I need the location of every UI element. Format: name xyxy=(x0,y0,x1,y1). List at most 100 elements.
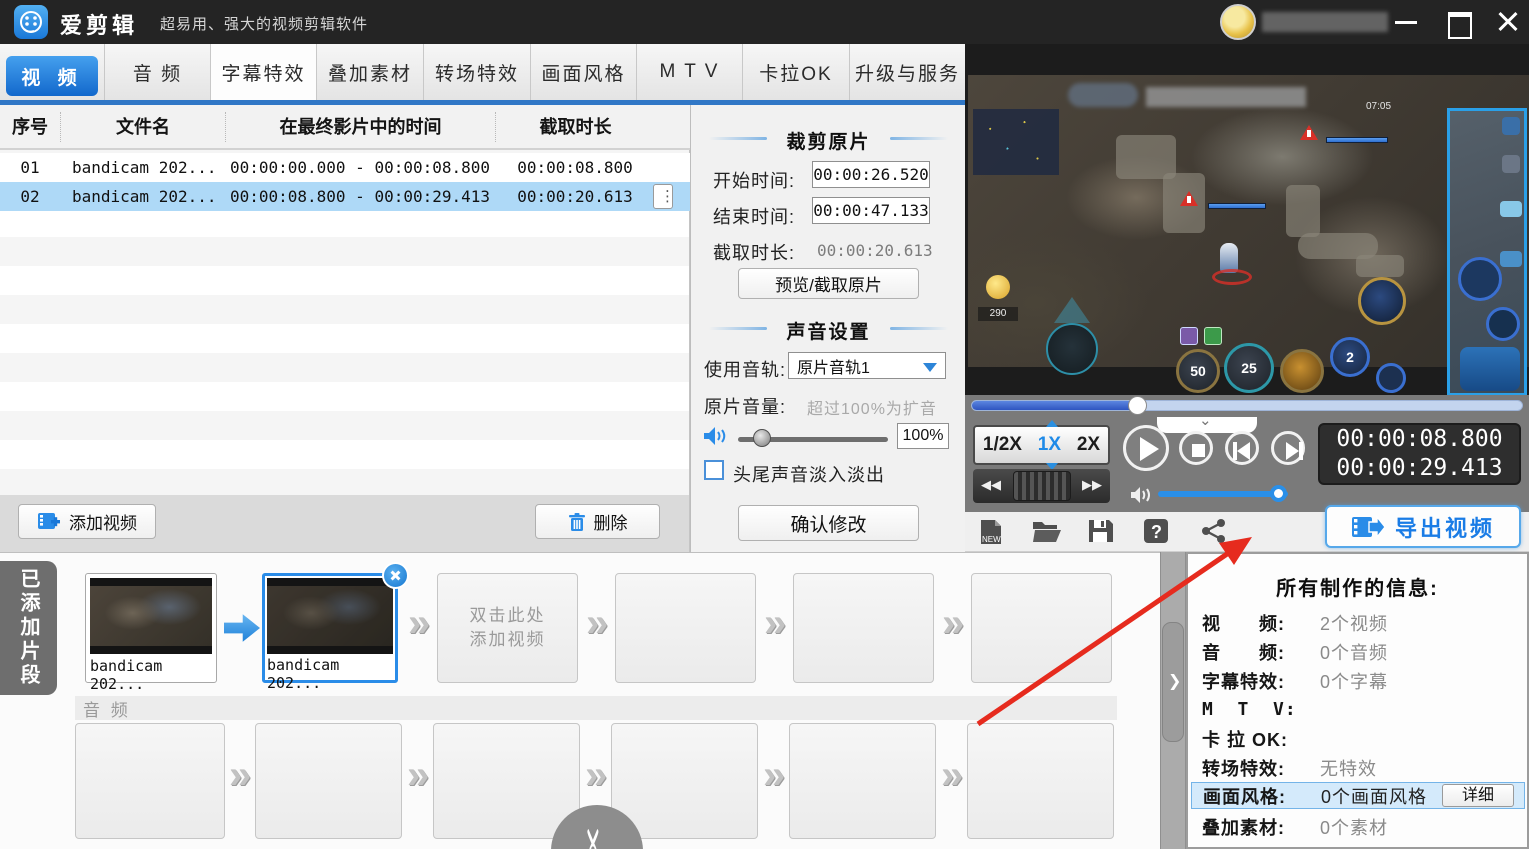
share-icon[interactable] xyxy=(1201,518,1231,546)
open-folder-icon[interactable] xyxy=(1031,518,1061,546)
next-frame-icon xyxy=(1286,442,1303,460)
tab-overlay-material[interactable]: 叠加素材 xyxy=(316,44,423,100)
volume-slider-handle[interactable] xyxy=(753,429,771,447)
empty-video-slot[interactable] xyxy=(615,573,756,683)
fade-checkbox[interactable] xyxy=(704,460,724,480)
empty-audio-slot[interactable] xyxy=(433,723,580,839)
trim-duration-value: 00:00:20.613 xyxy=(817,241,933,260)
jog-knob[interactable] xyxy=(1013,471,1071,501)
tab-audio[interactable]: 音 频 xyxy=(104,44,210,100)
confirm-button[interactable]: 确认修改 xyxy=(738,505,919,541)
tab-picture-style[interactable]: 画面风格 xyxy=(530,44,636,100)
player-speaker-icon xyxy=(1130,485,1154,505)
empty-video-slot[interactable] xyxy=(971,573,1112,683)
skill-button xyxy=(1358,277,1406,325)
info-row-transition: 转场特效: 无特效 xyxy=(1202,758,1377,779)
recall-button xyxy=(1046,323,1098,375)
chevron-separator-icon: » xyxy=(229,753,252,797)
tab-subtitle-effects[interactable]: 字幕特效 xyxy=(210,44,316,100)
add-video-button[interactable]: 添加视频 xyxy=(18,504,156,539)
stop-button[interactable] xyxy=(1179,431,1213,465)
speed-selector: 1/2X 1X 2X xyxy=(973,420,1110,470)
add-video-placeholder-slot[interactable]: 双击此处 添加视频 xyxy=(437,573,578,683)
header-duration: 截取时长 xyxy=(495,111,655,142)
buff-icon-1 xyxy=(1180,327,1198,345)
row-menu-button[interactable] xyxy=(653,184,675,209)
end-time-input[interactable] xyxy=(812,197,930,224)
hud-button-50: 50 xyxy=(1176,349,1220,393)
export-video-label: 导出视频 xyxy=(1394,515,1495,541)
chevron-separator-icon: » xyxy=(408,601,431,645)
tab-upgrade-service[interactable]: 升级与服务 xyxy=(849,44,965,100)
expand-panel-button[interactable] xyxy=(1162,622,1184,742)
export-video-button[interactable]: 导出视频 xyxy=(1325,505,1521,548)
table-row[interactable]: 01 bandicam 202... 00:00:00.000 - 00:00:… xyxy=(0,153,690,182)
player-character xyxy=(1212,243,1252,285)
new-project-icon[interactable]: NEW xyxy=(977,518,1007,546)
start-time-input[interactable] xyxy=(812,161,930,188)
clip-2-caption: bandicam 202... xyxy=(267,656,393,692)
app-window: 爱剪辑 超易用、强大的视频剪辑软件 视 频 音 频 字幕特效 叠加素材 转场特效… xyxy=(0,0,1529,849)
timeline-clip-1[interactable]: bandicam 202... xyxy=(85,573,217,693)
play-icon xyxy=(1140,437,1159,461)
user-avatar[interactable] xyxy=(1220,4,1256,40)
jog-shuttle[interactable] xyxy=(973,469,1110,503)
minimize-button[interactable] xyxy=(1384,0,1428,44)
info-row-subtitle: 字幕特效: 0个字幕 xyxy=(1202,671,1389,692)
maximize-button[interactable] xyxy=(1436,0,1480,44)
chevron-separator-icon: » xyxy=(941,753,964,797)
info-row-karaoke: 卡 拉 OK: xyxy=(1202,729,1288,750)
gold-bag-icon xyxy=(986,275,1010,299)
capture-region-box xyxy=(1447,108,1527,395)
empty-audio-slot[interactable] xyxy=(255,723,402,839)
enemy-hpbar-2 xyxy=(1208,203,1266,209)
speed-half-option[interactable]: 1/2X xyxy=(983,434,1022,456)
game-clock: 07:05 xyxy=(1366,101,1392,112)
clip-table: 序号 文件名 在最终影片中的时间 截取时长 01 bandicam 202...… xyxy=(0,105,690,495)
chevron-separator-icon: » xyxy=(942,601,965,645)
enemy-hpbar xyxy=(1326,137,1388,143)
volume-hint: 超过100%为扩音 xyxy=(807,401,937,418)
preview-trim-button[interactable]: 预览/截取原片 xyxy=(738,268,919,299)
track-dropdown[interactable]: 原片音轨1 xyxy=(788,352,946,379)
detail-button[interactable]: 详细 xyxy=(1442,784,1514,807)
added-clips-tab[interactable]: 已添加片段 xyxy=(0,561,57,695)
start-time-label: 开始时间: xyxy=(713,171,796,191)
current-time: 00:00:08.800 xyxy=(1336,426,1503,452)
video-preview[interactable]: 07:05 290 50 25 2 xyxy=(965,44,1529,395)
empty-audio-slot[interactable] xyxy=(789,723,936,839)
prev-frame-button[interactable] xyxy=(1225,431,1259,465)
play-button[interactable] xyxy=(1123,425,1169,471)
tab-mtv[interactable]: M T V xyxy=(636,44,742,100)
delete-button[interactable]: 删除 xyxy=(535,504,660,539)
export-video-icon xyxy=(1351,514,1385,540)
empty-audio-slot[interactable] xyxy=(75,723,225,839)
info-row-audio: 音 频: 0个音频 xyxy=(1202,642,1389,663)
table-row-selected[interactable]: 02 bandicam 202... 00:00:08.800 - 00:00:… xyxy=(0,182,690,211)
player-controls: 1/2X 1X 2X 00:00:08.800 00:00:29.413 xyxy=(965,395,1529,512)
tab-karaoke[interactable]: 卡拉OK xyxy=(742,44,849,100)
time-display: 00:00:08.800 00:00:29.413 xyxy=(1318,423,1521,485)
timeline-clip-2-selected[interactable]: bandicam 202... xyxy=(262,562,409,692)
chevron-separator-icon: » xyxy=(585,753,608,797)
empty-video-slot[interactable] xyxy=(793,573,934,683)
save-icon[interactable] xyxy=(1087,518,1117,546)
production-info-panel: 所有制作的信息: 视 频: 2个视频 音 频: 0个音频 字幕特效: 0个字幕 … xyxy=(1186,552,1529,849)
empty-audio-slot[interactable] xyxy=(967,723,1114,839)
tab-transition-effects[interactable]: 转场特效 xyxy=(423,44,530,100)
info-row-picture-style[interactable]: 画面风格: 0个画面风格 详细 xyxy=(1191,782,1525,809)
fade-label: 头尾声音淡入淡出 xyxy=(733,465,885,485)
close-button[interactable] xyxy=(1486,0,1529,44)
help-icon[interactable]: ? xyxy=(1143,518,1173,546)
clip-1-thumbnail xyxy=(90,578,212,654)
sound-section-title: 声音设置 xyxy=(691,317,966,344)
seek-handle[interactable] xyxy=(1128,396,1147,415)
speed-1x-option[interactable]: 1X xyxy=(1038,420,1061,470)
tab-video[interactable]: 视 频 xyxy=(0,44,104,100)
next-frame-button[interactable] xyxy=(1271,431,1305,465)
player-volume-handle[interactable] xyxy=(1270,485,1287,502)
speed-2x-option[interactable]: 2X xyxy=(1077,434,1100,456)
seek-bar[interactable] xyxy=(971,396,1523,415)
remove-clip-icon[interactable] xyxy=(382,562,409,589)
player-volume-slider[interactable] xyxy=(1158,485,1288,502)
